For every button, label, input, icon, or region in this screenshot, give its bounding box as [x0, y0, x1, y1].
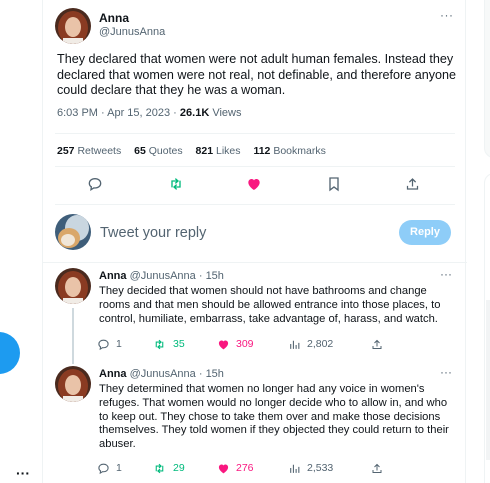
- retweet-count: 35: [173, 338, 185, 350]
- more-menu-icon[interactable]: ···: [16, 466, 30, 480]
- views-icon: [290, 340, 300, 349]
- thread-line: [72, 308, 74, 364]
- tweet-meta: 6:03 PM · Apr 15, 2023 · 26.1K Views: [57, 107, 241, 119]
- retweets-stat[interactable]: 257 Retweets: [57, 145, 121, 157]
- more-icon[interactable]: ···: [440, 267, 452, 281]
- more-icon[interactable]: ···: [440, 8, 454, 22]
- divider: [55, 166, 455, 167]
- reply-count: 1: [116, 462, 122, 474]
- left-rail: ···: [0, 0, 42, 483]
- tweet-text: They declared that women were not adult …: [57, 52, 457, 97]
- share-icon[interactable]: [371, 336, 389, 352]
- retweet-icon[interactable]: [167, 176, 185, 194]
- avatar[interactable]: [55, 268, 91, 304]
- retweet-button[interactable]: 35: [152, 336, 185, 352]
- retweet-count: 29: [173, 462, 185, 474]
- divider: [55, 204, 455, 205]
- reply-text: They decided that women should not have …: [99, 285, 441, 325]
- separator-dot: ·: [195, 270, 206, 282]
- reply-icon[interactable]: [87, 176, 105, 194]
- divider: [55, 133, 455, 134]
- views-button[interactable]: 2,802: [288, 336, 333, 352]
- views-icon: [290, 464, 300, 473]
- engagement-stats: 257 Retweets 65 Quotes 821 Likes 112 Boo…: [57, 145, 336, 157]
- right-sidebar: [466, 0, 490, 483]
- reply-text: They determined that women no longer had…: [99, 383, 449, 451]
- retweet-button[interactable]: 29: [152, 460, 185, 476]
- tweet-timestamp[interactable]: 6:03 PM · Apr 15, 2023 ·: [57, 107, 180, 119]
- reply-icon: [98, 463, 109, 474]
- reply-header: Anna @JunusAnna · 15h: [99, 368, 224, 380]
- views-label: Views: [209, 107, 242, 119]
- user-avatar[interactable]: [55, 214, 91, 250]
- reply-count: 1: [116, 338, 122, 350]
- avatar[interactable]: [55, 8, 91, 44]
- views-button[interactable]: 2,533: [288, 460, 333, 476]
- author-name[interactable]: Anna: [99, 368, 127, 380]
- author-handle[interactable]: @JunusAnna: [99, 26, 165, 38]
- author-name[interactable]: Anna: [99, 11, 129, 25]
- share-icon[interactable]: [371, 460, 389, 476]
- share-icon[interactable]: [405, 176, 423, 194]
- reply-action-bar: 1 29 276 2,533: [97, 460, 417, 476]
- likes-stat[interactable]: 821 Likes: [196, 145, 241, 157]
- more-icon[interactable]: ···: [440, 365, 452, 379]
- author-handle[interactable]: @JunusAnna: [130, 270, 196, 282]
- like-button[interactable]: 276: [217, 460, 254, 476]
- like-count: 309: [236, 338, 254, 350]
- reply-timestamp[interactable]: 15h: [206, 368, 224, 380]
- like-icon: [218, 339, 229, 349]
- like-icon[interactable]: [246, 176, 264, 194]
- reply-action-bar: 1 35 309 2,802: [97, 336, 417, 352]
- like-icon: [218, 463, 229, 473]
- sidebar-panel: [484, 0, 490, 158]
- separator-dot: ·: [195, 368, 206, 380]
- views-count: 26.1K: [179, 107, 210, 119]
- bookmarks-stat[interactable]: 112 Bookmarks: [253, 145, 325, 157]
- author-handle[interactable]: @JunusAnna: [130, 368, 196, 380]
- like-button[interactable]: 309: [217, 336, 254, 352]
- like-count: 276: [236, 462, 254, 474]
- reply-button[interactable]: Reply: [399, 220, 451, 245]
- tweet-detail-column: Anna @JunusAnna ··· They declared that w…: [42, 0, 467, 483]
- reply-composer: Tweet your reply Reply: [43, 210, 467, 260]
- reply-icon: [98, 339, 109, 350]
- avatar[interactable]: [55, 366, 91, 402]
- reply-tweet[interactable]: Anna @JunusAnna · 15h ··· They determine…: [43, 365, 467, 478]
- reply-header: Anna @JunusAnna · 15h: [99, 270, 224, 282]
- views-count: 2,802: [307, 338, 334, 350]
- divider: [43, 262, 467, 263]
- tweet-action-bar: [43, 176, 467, 196]
- retweet-icon: [155, 339, 164, 349]
- retweet-icon: [155, 463, 164, 473]
- reply-count-button[interactable]: 1: [97, 336, 122, 352]
- views-count: 2,533: [307, 462, 334, 474]
- bookmark-icon[interactable]: [327, 176, 345, 194]
- compose-tweet-button[interactable]: [0, 332, 20, 374]
- reply-tweet[interactable]: Anna @JunusAnna · 15h ··· They decided t…: [43, 267, 467, 364]
- quotes-stat[interactable]: 65 Quotes: [134, 145, 182, 157]
- reply-count-button[interactable]: 1: [97, 460, 122, 476]
- scrollbar[interactable]: [486, 300, 490, 460]
- reply-input[interactable]: Tweet your reply: [100, 225, 206, 241]
- author-name[interactable]: Anna: [99, 270, 127, 282]
- reply-timestamp[interactable]: 15h: [206, 270, 224, 282]
